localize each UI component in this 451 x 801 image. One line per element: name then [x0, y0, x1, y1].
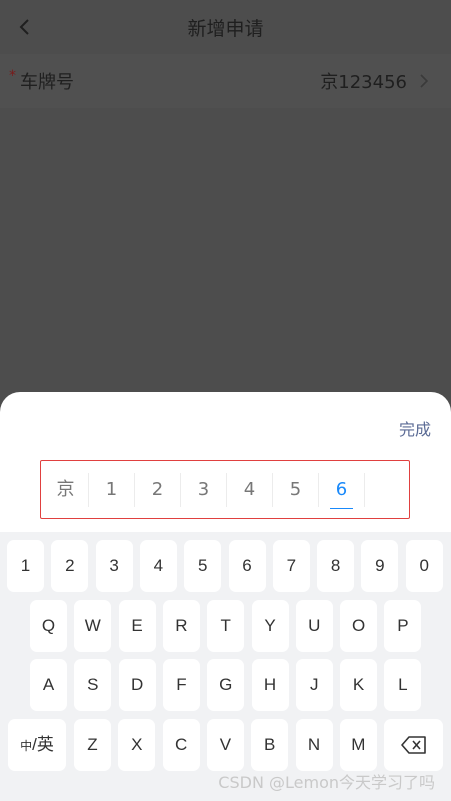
- key-l[interactable]: L: [384, 659, 422, 711]
- key-p[interactable]: P: [384, 600, 422, 652]
- key-2[interactable]: 2: [51, 540, 89, 592]
- plate-char-7[interactable]: [365, 473, 411, 507]
- plate-char-5[interactable]: 5: [273, 473, 319, 507]
- key-k[interactable]: K: [340, 659, 378, 711]
- key-r[interactable]: R: [162, 600, 200, 652]
- key-o[interactable]: O: [340, 600, 378, 652]
- key-n[interactable]: N: [295, 719, 333, 771]
- plate-char-4[interactable]: 4: [227, 473, 273, 507]
- lang-switch-small: 中: [20, 739, 33, 753]
- watermark: CSDN @Lemon今天学习了吗: [218, 773, 435, 792]
- nav-bar: 新增申请: [0, 0, 451, 54]
- key-6[interactable]: 6: [228, 540, 266, 592]
- plate-number-value: 京123456: [320, 72, 407, 93]
- key-c[interactable]: C: [162, 719, 200, 771]
- key-w[interactable]: W: [74, 600, 112, 652]
- key-9[interactable]: 9: [361, 540, 399, 592]
- key-u[interactable]: U: [295, 600, 333, 652]
- key-q[interactable]: Q: [30, 600, 67, 652]
- page: 新增申请 * 车牌号 京123456 完成 京123456 1234567890…: [0, 0, 451, 801]
- active-cursor: [330, 508, 353, 509]
- plate-char-1[interactable]: 1: [89, 473, 135, 507]
- plate-char-0[interactable]: 京: [43, 473, 89, 507]
- key-7[interactable]: 7: [272, 540, 310, 592]
- chevron-right-icon: [420, 74, 429, 88]
- key-s[interactable]: S: [74, 659, 112, 711]
- key-y[interactable]: Y: [251, 600, 289, 652]
- key-0[interactable]: 0: [405, 540, 443, 592]
- plate-char-6[interactable]: 6: [319, 473, 365, 509]
- key-t[interactable]: T: [207, 600, 245, 652]
- plate-number-row[interactable]: * 车牌号 京123456: [0, 54, 451, 108]
- lang-switch-button[interactable]: 中/英: [8, 719, 66, 771]
- key-j[interactable]: J: [295, 659, 333, 711]
- plate-input-box: 京123456: [40, 460, 410, 519]
- key-v[interactable]: V: [206, 719, 244, 771]
- key-1[interactable]: 1: [7, 540, 44, 592]
- keyboard-sheet: 完成 京123456 1234567890QWERTYUOPASDFGHJKL中…: [0, 392, 451, 801]
- key-4[interactable]: 4: [139, 540, 177, 592]
- required-mark: *: [9, 68, 16, 84]
- key-z[interactable]: Z: [74, 719, 111, 771]
- key-h[interactable]: H: [251, 659, 289, 711]
- plate-keyboard: 1 2 3 4 5 6 7 8 9 0 Q W E R T Y U O P A S D F G H J K L 中/英 Z X C V B N M: [0, 532, 451, 801]
- key-e[interactable]: E: [118, 600, 156, 652]
- page-title: 新增申请: [187, 18, 264, 40]
- backspace-icon: [401, 736, 426, 754]
- key-d[interactable]: D: [118, 659, 156, 711]
- plate-char-2[interactable]: 2: [135, 473, 181, 507]
- backspace-button[interactable]: [384, 719, 443, 771]
- key-f[interactable]: F: [162, 659, 200, 711]
- mask-overlay[interactable]: [0, 108, 451, 398]
- key-3[interactable]: 3: [95, 540, 133, 592]
- key-b[interactable]: B: [251, 719, 289, 771]
- key-8[interactable]: 8: [317, 540, 355, 592]
- key-5[interactable]: 5: [184, 540, 222, 592]
- plate-number-label: 车牌号: [20, 72, 74, 93]
- done-button[interactable]: 完成: [399, 416, 431, 440]
- lang-switch-main: /英: [32, 735, 54, 754]
- key-g[interactable]: G: [207, 659, 245, 711]
- key-a[interactable]: A: [30, 659, 67, 711]
- key-m[interactable]: M: [339, 719, 377, 771]
- plate-char-3[interactable]: 3: [181, 473, 227, 507]
- key-x[interactable]: X: [118, 719, 156, 771]
